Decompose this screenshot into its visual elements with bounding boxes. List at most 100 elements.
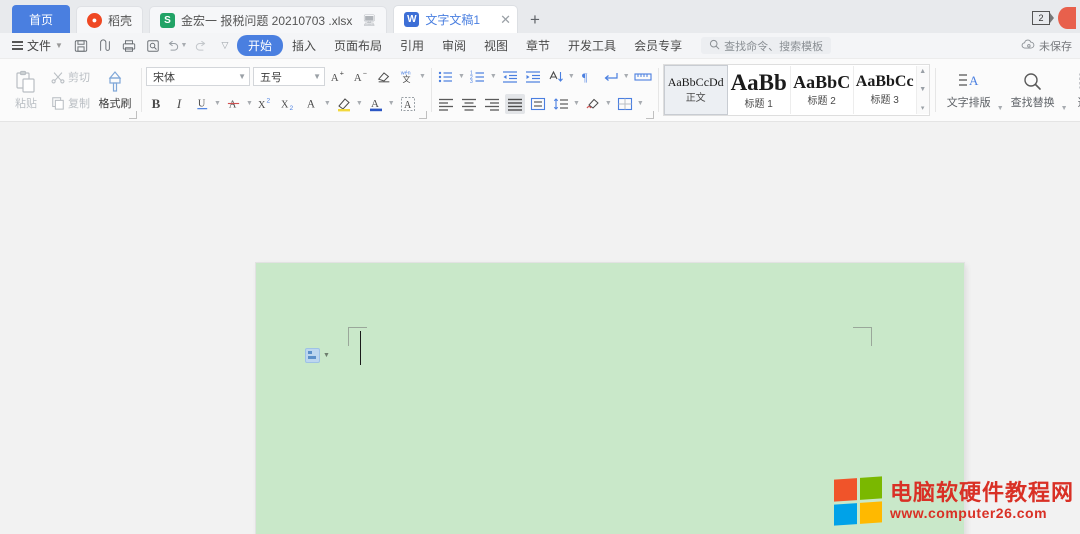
highlight-color-button[interactable] xyxy=(334,94,354,114)
align-justify-button[interactable] xyxy=(504,93,525,114)
decrease-indent-button[interactable] xyxy=(500,67,520,87)
ribbon-group-paragraph: ▼ 123 ▼ ▼ ¶ ▼ ▼ ▼ ▼ xyxy=(430,59,658,121)
home-tab[interactable]: 首页 xyxy=(12,5,70,33)
show-paragraph-marks-button[interactable]: ¶ xyxy=(578,67,598,87)
ruler-button[interactable] xyxy=(633,67,653,87)
underline-button[interactable]: U xyxy=(192,94,212,114)
chevron-down-icon[interactable]: ▼ xyxy=(323,352,330,359)
expand-gallery-icon[interactable]: ▾ xyxy=(921,104,925,112)
distribute-text-button[interactable] xyxy=(528,94,548,114)
font-family-select[interactable]: 宋体 ▼ xyxy=(146,67,250,86)
align-center-button[interactable] xyxy=(459,94,479,114)
increase-indent-button[interactable] xyxy=(523,67,543,87)
tab-insert[interactable]: 插入 xyxy=(283,35,325,56)
pinyin-guide-button[interactable]: wén 文 xyxy=(397,67,417,87)
character-border-button[interactable]: A xyxy=(302,94,322,114)
file-menu-label: 文件 xyxy=(27,39,52,53)
print-search-icon[interactable] xyxy=(141,35,165,57)
window-count-badge[interactable]: 2 xyxy=(1032,11,1054,25)
tab-review[interactable]: 审阅 xyxy=(433,35,475,56)
styles-gallery-scroll[interactable]: ▲ ▼ ▾ xyxy=(916,66,929,114)
command-search-input[interactable]: 查找命令、搜索模板 xyxy=(701,37,832,54)
scroll-down-icon[interactable]: ▼ xyxy=(919,86,926,93)
grow-font-button[interactable]: A + xyxy=(328,67,348,87)
chevron-down-icon: ▼ xyxy=(604,100,612,107)
cut-button[interactable]: 剪切 xyxy=(47,66,94,88)
font-size-select[interactable]: 五号 ▼ xyxy=(253,67,325,86)
select-button[interactable]: 选择 xyxy=(1068,62,1080,118)
dock-flame-icon: ● xyxy=(87,12,102,28)
tab-developer-tools[interactable]: 开发工具 xyxy=(559,35,625,56)
paragraph-dialog-launcher[interactable] xyxy=(645,111,654,119)
paste-options-button[interactable]: ▼ xyxy=(305,348,330,363)
style-item-heading-2[interactable]: AaBbC 标题 2 xyxy=(791,66,854,114)
save-icon[interactable] xyxy=(69,35,93,57)
select-arrow-icon xyxy=(1077,71,1080,93)
save-status-indicator[interactable]: 未保存 xyxy=(1021,38,1072,54)
align-right-button[interactable] xyxy=(482,94,502,114)
svg-text:3: 3 xyxy=(470,79,473,84)
customize-toolbar-icon[interactable]: ▽ xyxy=(213,35,237,57)
text-typeset-button[interactable]: A 文字排版 xyxy=(940,62,998,118)
scroll-up-icon[interactable]: ▲ xyxy=(919,68,926,75)
style-item-heading-1[interactable]: AaBb 标题 1 xyxy=(728,66,791,114)
shrink-font-button[interactable]: A − xyxy=(351,67,371,87)
paste-options-icon xyxy=(305,348,320,363)
numbering-button[interactable]: 123 xyxy=(468,67,488,87)
style-item-body[interactable]: AaBbCcDd 正文 xyxy=(663,65,728,115)
superscript-button[interactable]: X2 xyxy=(256,94,276,114)
clipboard-dialog-launcher[interactable] xyxy=(129,111,137,119)
tab-writer-document[interactable]: W 文字文稿1 ✕ xyxy=(393,5,518,33)
tab-sections[interactable]: 章节 xyxy=(517,35,559,56)
clear-formatting-button[interactable] xyxy=(374,67,394,87)
print-preview-icon[interactable] xyxy=(93,35,117,57)
tab-page-layout[interactable]: 页面布局 xyxy=(325,35,391,56)
site-watermark: 电脑软硬件教程网 www.computer26.com xyxy=(833,476,1074,526)
search-placeholder-text: 查找命令、搜索模板 xyxy=(724,40,824,53)
line-spacing-button[interactable] xyxy=(551,94,571,114)
styles-gallery: AaBbCcDd 正文 AaBb 标题 1 AaBbC 标题 2 AaBbCc … xyxy=(662,64,930,116)
style-preview: AaBbCcDd xyxy=(667,75,724,89)
account-avatar[interactable] xyxy=(1058,7,1076,29)
redo-icon[interactable] xyxy=(189,35,213,57)
align-left-button[interactable] xyxy=(436,94,456,114)
line-break-button[interactable] xyxy=(601,67,621,87)
strikethrough-button[interactable]: A xyxy=(224,94,244,114)
font-dialog-launcher[interactable] xyxy=(418,111,427,119)
tab-start[interactable]: 开始 xyxy=(236,35,283,56)
tab-docer[interactable]: ● 稻壳 xyxy=(76,6,144,33)
file-menu-button[interactable]: 文件 ▼ xyxy=(6,37,69,54)
copy-button[interactable]: 复制 xyxy=(47,92,94,114)
tab-spreadsheet[interactable]: S 金宏一 报税问题 20210703 .xlsx 🖥 xyxy=(149,6,388,33)
tab-member-exclusive[interactable]: 会员专享 xyxy=(625,35,691,56)
undo-icon[interactable]: ▼ xyxy=(165,35,189,57)
borders-button[interactable] xyxy=(615,94,635,114)
chevron-down-icon: ▼ xyxy=(419,73,426,80)
subscript-button[interactable]: X2 xyxy=(279,94,299,114)
font-size-value: 五号 xyxy=(260,71,282,84)
close-icon[interactable]: ✕ xyxy=(500,13,511,26)
italic-button[interactable]: I xyxy=(169,94,189,114)
tab-references[interactable]: 引用 xyxy=(391,35,433,56)
format-painter-button[interactable]: 格式刷 xyxy=(94,62,136,118)
svg-text:A: A xyxy=(371,98,379,110)
shading-button[interactable] xyxy=(583,94,603,114)
paste-icon xyxy=(15,70,37,94)
watermark-title: 电脑软硬件教程网 xyxy=(889,480,1074,505)
paste-button[interactable]: 粘贴 xyxy=(5,62,47,118)
bold-button[interactable]: B xyxy=(146,94,166,114)
tab-view[interactable]: 视图 xyxy=(475,35,517,56)
new-tab-button[interactable]: + xyxy=(522,7,548,33)
sort-button[interactable] xyxy=(546,67,566,87)
window-controls: 2 xyxy=(1032,7,1080,29)
bullets-button[interactable] xyxy=(436,67,456,87)
find-replace-button[interactable]: 查找替换 xyxy=(1004,62,1062,118)
copy-icon xyxy=(51,96,65,110)
style-item-heading-3[interactable]: AaBbCc 标题 3 xyxy=(854,66,917,114)
document-canvas[interactable]: ▼ 电脑软硬件教程网 www.computer26.com xyxy=(0,122,1080,534)
text-margin-corner-top-right xyxy=(853,327,872,346)
character-shading-button[interactable]: A xyxy=(398,94,418,114)
font-color-button[interactable]: A xyxy=(366,94,386,114)
print-icon[interactable] xyxy=(117,35,141,57)
ribbon-toolbar: 粘贴 剪切 复制 格式刷 宋体 ▼ 五号 ▼ A + A − wén 文 ▼ B… xyxy=(0,59,1080,122)
